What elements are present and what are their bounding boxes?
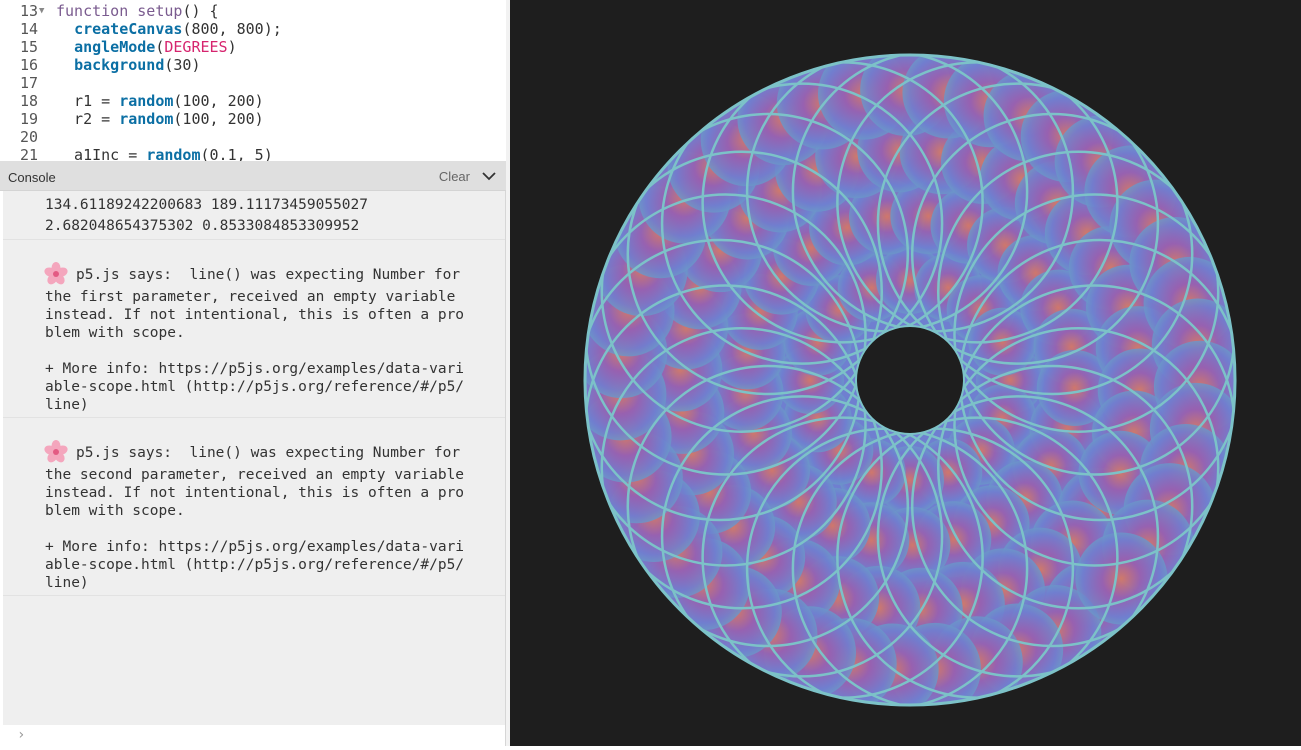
warning-line: able-scope.html (http://p5js.org/referen…: [45, 557, 465, 573]
warning-line: instead. If not intentional, this is oft…: [45, 485, 465, 501]
log-line: 134.61189242200683 189.11173459055027: [45, 197, 369, 213]
warning-line: blem with scope.: [45, 503, 185, 519]
console-title: Console: [8, 170, 56, 185]
code-token: createCanvas: [74, 20, 183, 38]
code-token: random: [119, 92, 174, 110]
code-token: r2 =: [56, 110, 120, 128]
code-token: (100, 200): [173, 92, 264, 110]
code-line[interactable]: 18 r1 = random(100, 200): [0, 92, 506, 110]
line-number: 16: [19, 56, 38, 74]
code-text: function setup() {: [56, 2, 219, 20]
line-number: 20: [19, 128, 38, 146]
code-token: a1Inc =: [56, 146, 147, 161]
code-line[interactable]: 19 r2 = random(100, 200): [0, 110, 506, 128]
warning-line: line): [45, 575, 89, 591]
console-log-entry: 134.61189242200683 189.11173459055027 2.…: [3, 191, 505, 240]
code-editor[interactable]: 13 ▼ function setup() {14 createCanvas(800…: [0, 0, 506, 161]
warning-line: line): [45, 397, 89, 413]
code-token: function: [56, 2, 138, 20]
code-text: r2 = random(100, 200): [56, 110, 264, 128]
code-line[interactable]: 15 angleMode(DEGREES): [0, 38, 506, 56]
code-line[interactable]: 16 background(30): [0, 56, 506, 74]
left-pane: 13 ▼ function setup() {14 createCanvas(800…: [0, 0, 506, 746]
code-text: background(30): [56, 56, 201, 74]
code-text: r1 = random(100, 200): [56, 92, 264, 110]
code-line[interactable]: 13 ▼ function setup() {: [0, 2, 506, 20]
clear-console-button[interactable]: Clear: [439, 169, 470, 184]
warning-line: blem with scope.: [45, 325, 185, 341]
sketch-output-canvas[interactable]: [510, 0, 1301, 746]
console-prompt: ›: [17, 727, 26, 743]
code-line[interactable]: 20: [0, 128, 506, 146]
p5-flower-icon: [44, 440, 68, 463]
sketch-canvas-area: [510, 0, 1301, 746]
warning-line: + More info: https://p5js.org/examples/d…: [45, 539, 465, 555]
line-number: 18: [19, 92, 38, 110]
warning-line: p5.js says: line() was expecting Number …: [76, 445, 461, 461]
console-header: Console Clear: [0, 161, 506, 191]
code-token: angleMode: [74, 38, 156, 56]
console-input[interactable]: ›: [3, 725, 505, 746]
warning-line: p5.js says: line() was expecting Number …: [76, 267, 461, 283]
warning-line: able-scope.html (http://p5js.org/referen…: [45, 379, 465, 395]
code-token: random: [119, 110, 174, 128]
code-token: setup: [137, 2, 183, 20]
line-number: 21: [19, 146, 38, 161]
code-text: a1Inc = random(0.1, 5): [56, 146, 273, 161]
p5-flower-icon: [44, 262, 68, 285]
line-number: 19: [19, 110, 38, 128]
code-token: random: [146, 146, 201, 161]
code-token: () {: [182, 2, 219, 20]
warning-line: instead. If not intentional, this is oft…: [45, 307, 465, 323]
code-token: (30): [164, 56, 201, 74]
code-token: r1 =: [56, 92, 120, 110]
console-warning-entry: p5.js says: line() was expecting Number …: [3, 240, 505, 418]
code-line[interactable]: 17: [0, 74, 506, 92]
code-token: ): [227, 38, 237, 56]
line-number: 17: [19, 74, 38, 92]
code-text: angleMode(DEGREES): [56, 38, 237, 56]
log-line: 2.682048654375302 0.8533084853309952: [45, 218, 360, 234]
line-number: 13: [19, 2, 38, 20]
line-number: 15: [19, 38, 38, 56]
code-line[interactable]: 14 createCanvas(800, 800);: [0, 20, 506, 38]
console-warning-entry: p5.js says: line() was expecting Number …: [3, 418, 505, 596]
code-token: (100, 200): [173, 110, 264, 128]
warning-line: + More info: https://p5js.org/examples/d…: [45, 361, 465, 377]
console-output: 134.61189242200683 189.11173459055027 2.…: [3, 191, 505, 725]
code-text: createCanvas(800, 800);: [56, 20, 282, 38]
fold-toggle-icon[interactable]: ▼: [39, 2, 51, 20]
chevron-down-icon[interactable]: [482, 169, 496, 183]
code-token: background: [74, 56, 165, 74]
code-token: DEGREES: [164, 38, 228, 56]
warning-line: the first parameter, received an empty v…: [45, 289, 456, 305]
code-token: (0.1, 5): [200, 146, 273, 161]
line-number: 14: [19, 20, 38, 38]
code-line[interactable]: 21 a1Inc = random(0.1, 5): [0, 146, 506, 161]
code-token: (800, 800);: [182, 20, 282, 38]
warning-line: the second parameter, received an empty …: [45, 467, 465, 483]
